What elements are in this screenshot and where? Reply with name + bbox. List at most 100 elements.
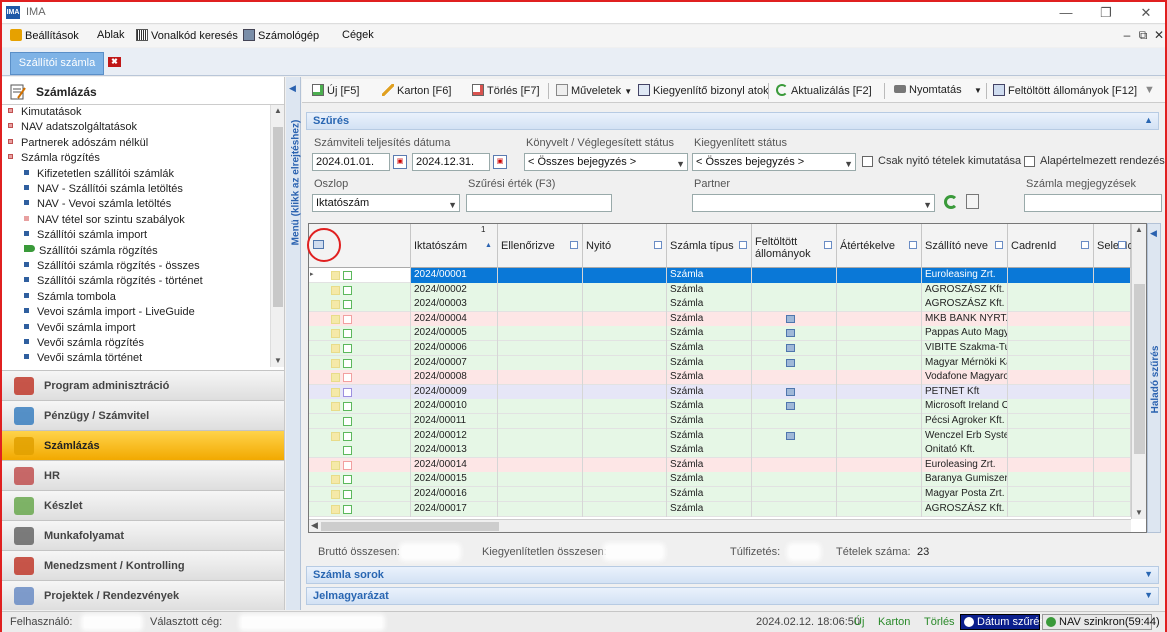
table-row[interactable]: 2024/00017 Számla AGROSZÁSZ Kft. xyxy=(309,501,1146,517)
print-dropdown-arrow-icon[interactable]: ▼ xyxy=(974,84,982,96)
expand-arrow-icon[interactable]: ◀ xyxy=(1150,228,1157,239)
module-project[interactable]: Projektek / Rendezvények xyxy=(2,580,284,610)
table-row[interactable]: 2024/00013 Számla Onitató Kft. xyxy=(309,443,1146,459)
partner-details-icon[interactable] xyxy=(966,194,979,209)
tree-item[interactable]: NAV tétel sor szintu szabályok xyxy=(24,213,185,228)
restore-icon[interactable]: ❐ xyxy=(1091,4,1121,22)
legend-panel[interactable]: Jelmagyarázat ▼ xyxy=(306,587,1159,605)
scroll-up-icon[interactable]: ▲ xyxy=(271,105,285,117)
tree-item[interactable]: Vevoi számla import - LiveGuide xyxy=(24,305,195,320)
minimize-icon[interactable]: — xyxy=(1051,4,1081,22)
column-header[interactable]: CadrenId xyxy=(1008,224,1094,268)
tree-item[interactable]: NAV adatszolgáltatások xyxy=(8,120,137,135)
column-filter-icon[interactable] xyxy=(1081,241,1089,249)
tree-item[interactable]: Számla tombola xyxy=(24,290,116,305)
toolbar-overflow-icon[interactable]: ▼ xyxy=(1144,84,1155,96)
booked-status-select[interactable]: < Összes bejegyzés > ▼ xyxy=(524,153,688,171)
module-box[interactable]: Készlet xyxy=(2,490,284,520)
table-row[interactable]: 2024/00012 Számla Wenczel Erb System xyxy=(309,428,1146,444)
karton-button[interactable]: Karton [F6] xyxy=(382,84,451,97)
uploaded-files-button[interactable]: Feltöltött állományok [F12] xyxy=(993,84,1137,97)
refresh-partner-icon[interactable] xyxy=(944,195,958,209)
tree-item[interactable]: Vevői számla történet xyxy=(24,351,142,366)
tree-item[interactable]: Szállítói számla rögzítés - összes xyxy=(24,259,200,274)
column-header[interactable]: Szállító neve xyxy=(922,224,1008,268)
tab-close-icon[interactable]: ✖ xyxy=(108,57,121,67)
settlement-docs-button[interactable]: Kiegyenlítő bizonyl atok xyxy=(638,84,769,97)
settled-status-select[interactable]: < Összes bejegyzés > ▼ xyxy=(692,153,856,171)
date-filter-badge[interactable]: Dátum szűrés xyxy=(960,614,1045,630)
table-row[interactable]: 2024/00015 Számla Baranya Gumiszervi xyxy=(309,472,1146,488)
table-row[interactable]: 2024/00005 Számla Pappas Auto Magyar xyxy=(309,326,1146,342)
collapse-chevron-icon[interactable]: ▲ xyxy=(1144,115,1153,125)
tree-item[interactable]: NAV - Vevoi számla letöltés xyxy=(24,197,171,212)
advanced-filter-rail[interactable]: ◀ Haladó szűrés xyxy=(1147,223,1161,533)
nav-sync-badge[interactable]: NAV szinkron(59:44) xyxy=(1042,614,1160,630)
column-header[interactable]: Iktatószám 1 ▲ xyxy=(411,224,498,268)
status-karton-link[interactable]: Karton xyxy=(878,616,910,628)
collapse-arrow-icon[interactable]: ◀ xyxy=(289,83,296,94)
attachment-icon[interactable] xyxy=(786,387,795,396)
delete-button[interactable]: Törlés [F7] xyxy=(472,84,540,97)
column-header[interactable]: Nyitó xyxy=(583,224,667,268)
column-select[interactable]: Iktatószám ▼ xyxy=(312,194,460,212)
column-header[interactable]: SelexId xyxy=(1094,224,1134,268)
grid-vertical-scrollbar[interactable]: ▲ ▼ xyxy=(1131,224,1146,519)
menu-companies[interactable]: Cégek xyxy=(342,29,374,41)
table-row[interactable]: 2024/00002 Számla AGROSZÁSZ Kft. xyxy=(309,282,1146,298)
tree-item[interactable]: Szállítói számla rögzítés - történet xyxy=(24,274,203,289)
date-to-field[interactable]: 2024.12.31. xyxy=(412,153,490,171)
tab-supplier-invoice[interactable]: Szállítói számla xyxy=(10,52,104,75)
scroll-left-icon[interactable]: ◀ xyxy=(311,520,318,531)
module-invoice[interactable]: Számlázás xyxy=(2,430,284,460)
grid-horizontal-scrollbar[interactable]: ◀ xyxy=(309,519,1131,532)
module-calculator[interactable]: Pénzügy / Számvitel xyxy=(2,400,284,430)
grid-scroll-thumb[interactable] xyxy=(1134,284,1145,454)
grid-hscroll-thumb[interactable] xyxy=(321,522,499,531)
column-filter-icon[interactable] xyxy=(654,241,662,249)
expand-chevron-icon[interactable]: ▼ xyxy=(1144,590,1153,600)
column-filter-icon[interactable] xyxy=(739,241,747,249)
expand-chevron-icon[interactable]: ▼ xyxy=(1144,569,1153,579)
table-row[interactable]: 2024/00011 Számla Pécsi Agroker Kft. - xyxy=(309,414,1146,429)
menu-barcode-search[interactable]: Vonalkód keresés xyxy=(136,29,238,42)
refresh-button[interactable]: Aktualizálás [F2] xyxy=(776,84,872,97)
only-open-checkbox[interactable] xyxy=(862,156,873,167)
table-row[interactable]: 2024/00010 Számla Microsoft Ireland O xyxy=(309,399,1146,415)
tree-item[interactable]: Kifizetetlen szállítói számlák xyxy=(24,167,174,182)
attachment-icon[interactable] xyxy=(786,329,795,338)
module-chart[interactable]: Menedzsment / Kontrolling xyxy=(2,550,284,580)
table-row[interactable]: 2024/00009 Számla PETNET Kft xyxy=(309,384,1146,400)
tree-item[interactable]: Partnerek adószám nélkül xyxy=(8,136,148,151)
module-home[interactable]: Program adminisztráció xyxy=(2,370,284,400)
calendar-icon[interactable]: ▣ xyxy=(493,155,507,169)
default-sort-checkbox[interactable] xyxy=(1024,156,1035,167)
new-button[interactable]: Új [F5] xyxy=(312,84,359,97)
sidebar-scrollbar[interactable]: ▲ ▼ xyxy=(270,105,284,367)
date-from-field[interactable]: 2024.01.01. xyxy=(312,153,390,171)
partner-select[interactable]: ▼ xyxy=(692,194,935,212)
print-dropdown[interactable]: Nyomtatás xyxy=(894,84,962,96)
table-row[interactable]: 2024/00007 Számla Magyar Mérnöki Kan xyxy=(309,355,1146,371)
menu-window[interactable]: Ablak xyxy=(97,29,125,41)
tree-item[interactable]: Számla rögzítés xyxy=(8,151,100,166)
column-header[interactable]: Számla típus xyxy=(667,224,752,268)
table-row[interactable]: 2024/00006 Számla VIBITE Szakma-Tuda xyxy=(309,341,1146,356)
tree-item[interactable]: Vevői számla import xyxy=(24,321,135,336)
attachment-icon[interactable] xyxy=(786,358,795,367)
close-icon[interactable]: ✕ xyxy=(1131,4,1161,22)
column-header[interactable]: Átértékelve xyxy=(837,224,922,268)
filter-section-header[interactable]: Szűrés ▲ xyxy=(306,112,1159,130)
status-delete-link[interactable]: Törlés xyxy=(924,616,955,628)
table-row[interactable]: 2024/00008 Számla Vodafone Magyaror xyxy=(309,370,1146,386)
table-row[interactable]: 2024/00016 Számla Magyar Posta Zrt. xyxy=(309,487,1146,502)
column-filter-icon[interactable] xyxy=(824,241,832,249)
filter-value-input[interactable] xyxy=(466,194,612,212)
scroll-thumb[interactable] xyxy=(273,127,283,307)
column-filter-icon[interactable] xyxy=(909,241,917,249)
column-filter-icon[interactable] xyxy=(570,241,578,249)
actions-dropdown[interactable]: Műveletek ▼ xyxy=(556,84,632,97)
status-new-link[interactable]: Új xyxy=(854,616,864,628)
invoice-note-input[interactable] xyxy=(1024,194,1162,212)
column-header[interactable]: Ellenőrizve xyxy=(498,224,583,268)
